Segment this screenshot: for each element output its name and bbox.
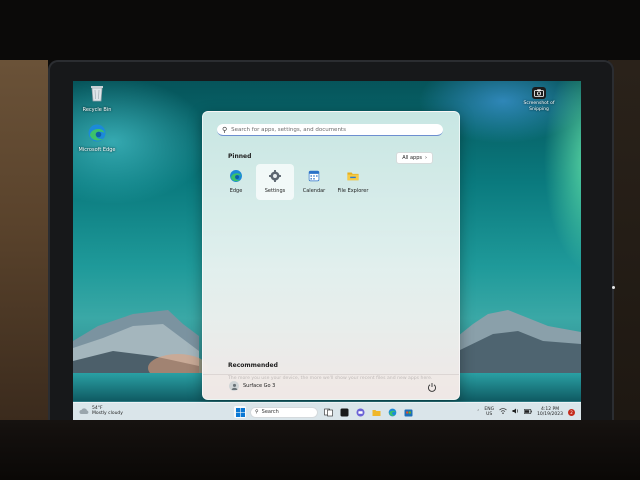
volume-icon[interactable] [512, 408, 519, 416]
taskbar: 54°F Mostly cloudy ⚲ Search ˄ ENG US 4:1… [73, 402, 581, 420]
user-account-button[interactable]: Surface Go 3 [229, 381, 275, 391]
all-apps-button[interactable]: All apps › [396, 152, 433, 164]
snipping-label-line2: Snipping [529, 107, 549, 112]
store-button[interactable] [402, 406, 414, 418]
edge-icon [230, 170, 242, 182]
taskbar-center: ⚲ Search [234, 405, 414, 419]
pinned-title: Pinned [228, 153, 252, 160]
taskbar-search-label: Search [261, 409, 279, 415]
notification-badge[interactable]: 2 [568, 408, 575, 416]
avatar [229, 381, 239, 391]
windows-logo-icon [235, 407, 245, 417]
pinned-app-label: File Explorer [337, 188, 369, 194]
background-wall [0, 60, 48, 420]
pinned-app-file-explorer[interactable]: File Explorer [334, 164, 372, 200]
desktop-icon-edge[interactable]: Microsoft Edge [73, 123, 121, 153]
task-view-icon [323, 408, 333, 416]
desktop-icon-label: Recycle Bin [82, 107, 112, 113]
cloud-icon [79, 408, 89, 414]
chat-icon [356, 408, 364, 416]
desktop-icon-snipping[interactable]: Screenshot of Snipping [509, 87, 569, 113]
pinned-app-calendar[interactable]: Calendar [295, 164, 333, 200]
file-explorer-button[interactable] [370, 406, 382, 418]
widgets-button[interactable] [338, 406, 350, 418]
search-icon: ⚲ [222, 125, 228, 134]
folder-icon [372, 409, 380, 416]
chevron-right-icon: › [425, 155, 427, 161]
power-icon[interactable] [427, 382, 437, 392]
desktop-icon-label: Microsoft Edge [78, 147, 116, 153]
task-view-button[interactable] [322, 406, 334, 418]
search-placeholder: Search for apps, settings, and documents [231, 126, 346, 133]
edge-button[interactable] [386, 406, 398, 418]
search-icon: ⚲ [255, 409, 259, 415]
battery-icon[interactable] [524, 408, 532, 416]
edge-icon [88, 124, 106, 142]
clock[interactable]: 4:12 PM 10/19/2023 [537, 407, 563, 417]
widgets-icon [340, 408, 348, 416]
desktop-icon-recycle-bin[interactable]: Recycle Bin [73, 83, 121, 113]
camera-icon [532, 87, 546, 99]
wifi-icon[interactable] [499, 408, 507, 416]
side-light [612, 286, 615, 289]
gear-icon [269, 170, 281, 182]
calendar-icon [308, 170, 320, 182]
store-icon [404, 409, 412, 416]
start-search-input[interactable]: ⚲ Search for apps, settings, and documen… [217, 124, 443, 136]
chat-button[interactable] [354, 406, 366, 418]
weather-widget[interactable]: 54°F Mostly cloudy [79, 406, 123, 416]
weather-desc: Mostly cloudy [92, 411, 123, 416]
recommended-title: Recommended [228, 362, 278, 369]
screen: Recycle Bin Microsoft Edge Screenshot of… [73, 81, 581, 420]
edge-icon [388, 408, 396, 416]
chevron-up-icon[interactable]: ˄ [477, 410, 479, 415]
user-name: Surface Go 3 [243, 383, 276, 389]
all-apps-label: All apps [402, 155, 422, 161]
start-button[interactable] [234, 406, 246, 418]
clock-date: 10/19/2023 [537, 412, 563, 417]
table-surface [0, 420, 640, 480]
recycle-bin-icon [91, 86, 103, 102]
pinned-app-settings[interactable]: Settings [256, 164, 294, 200]
pinned-app-label: Edge [229, 188, 243, 194]
folder-icon [347, 172, 359, 181]
system-tray: ˄ ENG US 4:12 PM 10/19/2023 2 [477, 405, 575, 419]
pinned-app-label: Calendar [302, 188, 326, 194]
start-menu-footer: Surface Go 3 [203, 374, 459, 399]
pinned-apps-grid: Edge Settings Calendar File Explorer [217, 164, 443, 200]
person-icon [231, 383, 237, 390]
language-indicator[interactable]: ENG US [484, 407, 494, 417]
start-menu: ⚲ Search for apps, settings, and documen… [202, 111, 460, 400]
taskbar-search[interactable]: ⚲ Search [250, 406, 318, 418]
pinned-app-edge[interactable]: Edge [217, 164, 255, 200]
language-line2: US [486, 412, 493, 417]
pinned-app-label: Settings [264, 188, 286, 194]
